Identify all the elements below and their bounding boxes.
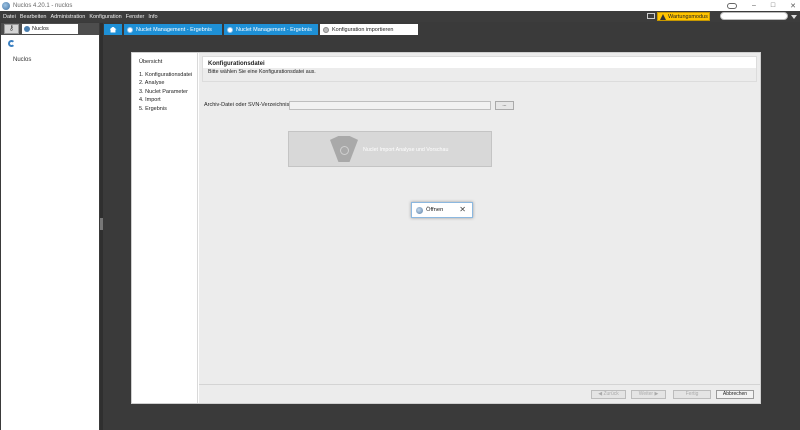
tab-label: Konfiguration importieren [332,26,394,33]
wizard-footer: ◀ Zurück Weiter ▶ Fertig Abbrechen [199,384,760,403]
close-icon[interactable]: ✕ [459,206,466,214]
wizard-title: Konfigurationsdatei [208,61,265,67]
menu-administration[interactable]: Administration [50,14,85,20]
menu-bearbeiten[interactable]: Bearbeiten [20,14,47,20]
browse-button[interactable]: ... [495,101,514,110]
wizard-overview-heading: Übersicht [139,59,163,65]
nuclos-app-icon [2,1,10,10]
wizard-main: Konfigurationsdatei Bitte wählen Sie ein… [199,53,760,403]
menu-info[interactable]: Info [148,14,157,20]
wizard-steps: Übersicht 1. Konfigurationsdatei 2. Anal… [132,53,198,403]
monitor-icon[interactable] [647,13,655,19]
dialog-title: Öffnen [426,207,444,213]
cancel-button[interactable]: Abbrechen [716,390,754,399]
key-icon[interactable]: ⚷ [4,24,19,34]
tab-icon [127,26,133,33]
home-icon [109,26,117,33]
wizard-step: 1. Konfigurationsdatei [139,71,193,78]
minimize-button[interactable]: – [752,2,756,9]
wizard-step: 2. Analyse [139,80,165,86]
maintenance-mode-badge[interactable]: Wartungsmodus [657,12,710,21]
tab-konfiguration-importieren[interactable]: Konfiguration importieren [320,24,418,35]
tab-nuclet-management-2[interactable]: Nuclet Management - Ergebnis [224,24,318,35]
open-dialog[interactable]: Öffnen ✕ [411,202,473,218]
back-button[interactable]: ◀ Zurück [591,390,626,399]
wizard-header: Konfigurationsdatei Bitte wählen Sie ein… [202,56,757,82]
menu-datei[interactable]: Datei [3,14,16,20]
gear-icon [323,26,329,33]
chevron-down-icon[interactable] [791,15,797,19]
splitter-grip[interactable] [100,218,103,230]
finish-button[interactable]: Fertig [673,390,711,399]
wizard-step: 3. Nuclet Parameter [139,88,188,95]
nuclos-icon [416,206,423,214]
close-button[interactable]: ✕ [790,2,796,10]
tab-icon [227,26,233,33]
funnel-icon-inner [340,146,349,155]
window-title: Nuclos 4.20.1 - nuclos [13,2,73,9]
tree-item-nuclos[interactable]: Nuclos [13,57,31,63]
left-panel: ⚷ Nuclos Nuclos [1,23,99,430]
search-input[interactable] [720,12,788,20]
tab-home[interactable] [104,24,122,35]
analysis-preview-button[interactable]: Nuclet Import Analyse und Vorschau [288,131,492,167]
wizard-step: 4. Import [139,97,161,103]
next-button[interactable]: Weiter ▶ [631,390,666,399]
menu-konfiguration[interactable]: Konfiguration [89,14,121,20]
link-icon[interactable] [726,2,737,9]
maintenance-label: Wartungsmodus [668,13,708,20]
menu-fenster[interactable]: Fenster [126,14,145,20]
warning-icon [660,13,666,20]
tab-nuclet-management-1[interactable]: Nuclet Management - Ergebnis [124,24,222,35]
maximize-button[interactable]: □ [771,2,775,9]
tab-label: Nuclet Management - Ergebnis [236,26,312,33]
title-bar: Nuclos 4.20.1 - nuclos – □ ✕ [0,0,800,11]
tab-label: Nuclet Management - Ergebnis [136,26,212,33]
import-wizard: Übersicht 1. Konfigurationsdatei 2. Anal… [131,52,761,404]
window-controls: – □ ✕ [726,0,796,11]
nuclos-icon [24,26,30,32]
file-field-label: Archiv-Datei oder SVN-Verzeichnis [204,102,290,108]
refresh-icon[interactable] [8,40,15,47]
preview-button-label: Nuclet Import Analyse und Vorschau [363,147,449,153]
wizard-step: 5. Ergebnis [139,105,167,112]
left-tab-nuclos[interactable]: Nuclos [22,24,78,34]
file-path-input[interactable] [289,101,491,110]
left-tab-label: Nuclos [32,26,49,32]
wizard-subtitle: Bitte wählen Sie eine Konfigurationsdate… [203,68,756,81]
left-panel-toolbar: ⚷ Nuclos [1,23,99,35]
